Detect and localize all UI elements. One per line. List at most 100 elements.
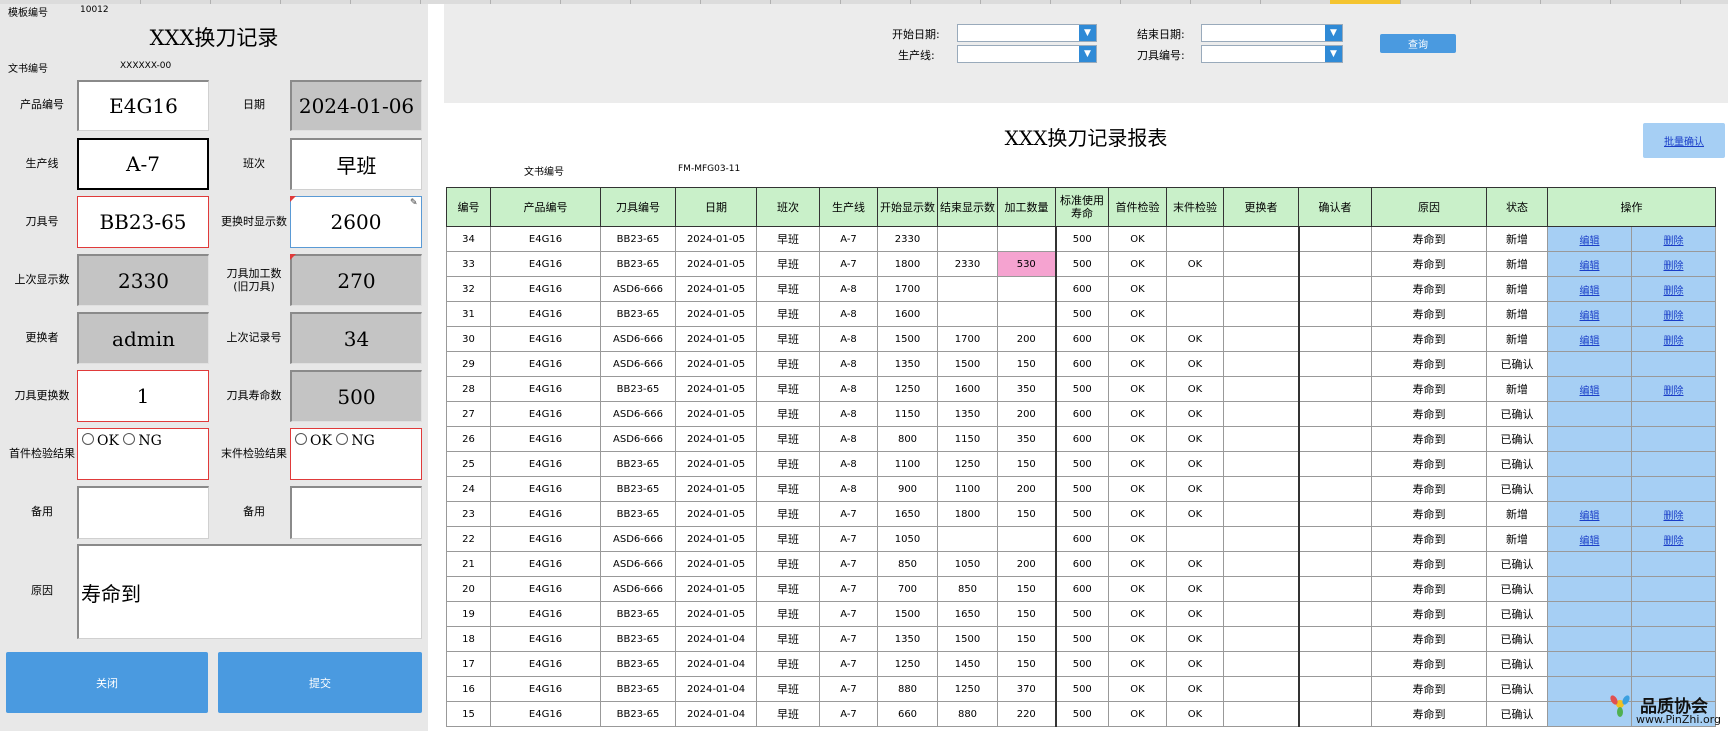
table-cell: OK [1108, 376, 1167, 402]
comment-marker-icon [290, 254, 296, 260]
table-cell: OK [1166, 251, 1224, 277]
delete-cell: 删除 [1631, 326, 1716, 352]
delete-link[interactable]: 删除 [1664, 236, 1684, 247]
submit-button[interactable]: 提交 [218, 652, 422, 713]
table-cell: 已确认 [1486, 651, 1548, 677]
table-cell: 寿命到 [1371, 451, 1487, 477]
table-cell: A-7 [819, 576, 878, 602]
edit-link[interactable]: 编辑 [1580, 311, 1600, 322]
table-cell: 1600 [877, 301, 938, 327]
line-field[interactable]: A-7 [77, 138, 209, 190]
spare2-field[interactable] [290, 486, 422, 539]
table-cell: 早班 [756, 601, 820, 627]
table-cell: 1500 [877, 326, 938, 352]
query-button[interactable]: 查询 [1380, 34, 1456, 53]
edit-link[interactable]: 编辑 [1580, 386, 1600, 397]
table-cell [1223, 501, 1299, 527]
table-cell: 1800 [937, 501, 998, 527]
table-cell: E4G16 [490, 351, 601, 377]
delete-link[interactable]: 删除 [1664, 511, 1684, 522]
edit-link[interactable]: 编辑 [1580, 261, 1600, 272]
table-cell: E4G16 [490, 501, 601, 527]
table-cell: OK [1166, 426, 1224, 452]
delete-link[interactable]: 删除 [1664, 286, 1684, 297]
last-insp-radio-group: OK NG [290, 428, 422, 480]
date-field[interactable]: 2024-01-06 [290, 80, 422, 131]
table-cell: 1150 [877, 401, 938, 427]
batch-confirm-button[interactable]: 批量确认 [1643, 123, 1725, 158]
table-cell: 2024-01-05 [675, 376, 757, 402]
delete-link[interactable]: 删除 [1664, 261, 1684, 272]
table-cell: 25 [446, 451, 491, 477]
column-header: 班次 [756, 187, 820, 227]
close-button[interactable]: 关闭 [6, 652, 208, 713]
tool-no-field[interactable]: BB23-65 [77, 196, 209, 248]
edit-link[interactable]: 编辑 [1580, 336, 1600, 347]
edit-link[interactable]: 编辑 [1580, 236, 1600, 247]
shift-field[interactable]: 早班 [290, 138, 422, 190]
start-date-dropdown[interactable]: ▼ [957, 24, 1097, 42]
report-doc-no-value: FM-MFG03-11 [678, 164, 741, 174]
table-cell: OK [1166, 551, 1224, 577]
table-cell [937, 226, 998, 252]
reason-field[interactable]: 寿命到 [77, 544, 422, 639]
last-insp-ng-radio[interactable] [336, 433, 349, 445]
table-cell: ASD6-666 [600, 551, 676, 577]
last-display-field[interactable]: 2330 [77, 254, 209, 306]
last-record-no-label: 上次记录号 [226, 331, 282, 344]
table-cell: 500 [1054, 451, 1109, 477]
tool-proc-count-field[interactable]: 270 [290, 254, 422, 306]
first-insp-ok-radio[interactable] [82, 433, 94, 445]
report-doc-no-label: 文书编号 [524, 167, 564, 178]
edit-link[interactable]: 编辑 [1580, 511, 1600, 522]
spare1-field[interactable] [77, 486, 209, 539]
table-cell: 150 [997, 651, 1056, 677]
table-cell [1223, 401, 1299, 427]
table-cell: 600 [1054, 526, 1109, 552]
table-cell: 350 [997, 376, 1056, 402]
table-cell: 2024-01-05 [675, 401, 757, 427]
tool-no-dropdown[interactable]: ▼ [1201, 45, 1343, 63]
product-no-label: 产品编号 [20, 97, 64, 111]
first-insp-ng-radio[interactable] [123, 433, 136, 445]
edit-cell: 编辑 [1547, 501, 1632, 527]
table-cell: A-7 [819, 526, 878, 552]
table-cell: OK [1108, 676, 1167, 702]
chevron-down-icon[interactable]: ▼ [1325, 25, 1342, 41]
edit-link[interactable]: 编辑 [1580, 286, 1600, 297]
table-cell [1297, 301, 1372, 327]
last-insp-ok-label: OK [310, 433, 332, 449]
last-record-no-field[interactable]: 34 [290, 312, 422, 364]
tool-life-label: 刀具寿命数 [226, 389, 282, 402]
delete-link[interactable]: 删除 [1664, 311, 1684, 322]
tool-change-count-field[interactable]: 1 [77, 370, 209, 422]
table-cell: 500 [1054, 376, 1109, 402]
chevron-down-icon[interactable]: ▼ [1079, 25, 1096, 41]
table-row: 24 E4G16 BB23-65 2024-01-05 早班 A-8 900 1100 200 5… [446, 476, 1716, 502]
table-cell: 500 [1054, 651, 1109, 677]
chevron-down-icon[interactable]: ▼ [1325, 46, 1342, 62]
table-cell: 15 [446, 701, 491, 727]
display-at-change-field[interactable]: 2600 [290, 196, 422, 248]
table-row: 32 E4G16 ASD6-666 2024-01-05 早班 A-8 1700 600 OK 寿… [446, 276, 1716, 302]
pencil-icon: ✎ [410, 198, 418, 208]
delete-link[interactable]: 删除 [1664, 336, 1684, 347]
product-no-field[interactable]: E4G16 [77, 80, 209, 131]
table-cell: 600 [1054, 351, 1109, 377]
table-cell [1297, 626, 1372, 652]
last-insp-ok-radio[interactable] [295, 433, 307, 445]
table-cell: 寿命到 [1371, 476, 1487, 502]
changer-field[interactable]: admin [77, 312, 209, 364]
table-cell: 寿命到 [1371, 626, 1487, 652]
delete-link[interactable]: 删除 [1664, 386, 1684, 397]
end-date-dropdown[interactable]: ▼ [1201, 24, 1343, 42]
delete-link[interactable]: 删除 [1664, 536, 1684, 547]
chevron-down-icon[interactable]: ▼ [1079, 46, 1096, 62]
table-cell: 已确认 [1486, 451, 1548, 477]
table-row: 25 E4G16 BB23-65 2024-01-05 早班 A-8 1100 1250 150… [446, 451, 1716, 477]
edit-link[interactable]: 编辑 [1580, 536, 1600, 547]
line-dropdown[interactable]: ▼ [957, 45, 1097, 63]
table-cell: 23 [446, 501, 491, 527]
delete-cell [1631, 601, 1716, 627]
tool-life-field[interactable]: 500 [290, 370, 422, 422]
